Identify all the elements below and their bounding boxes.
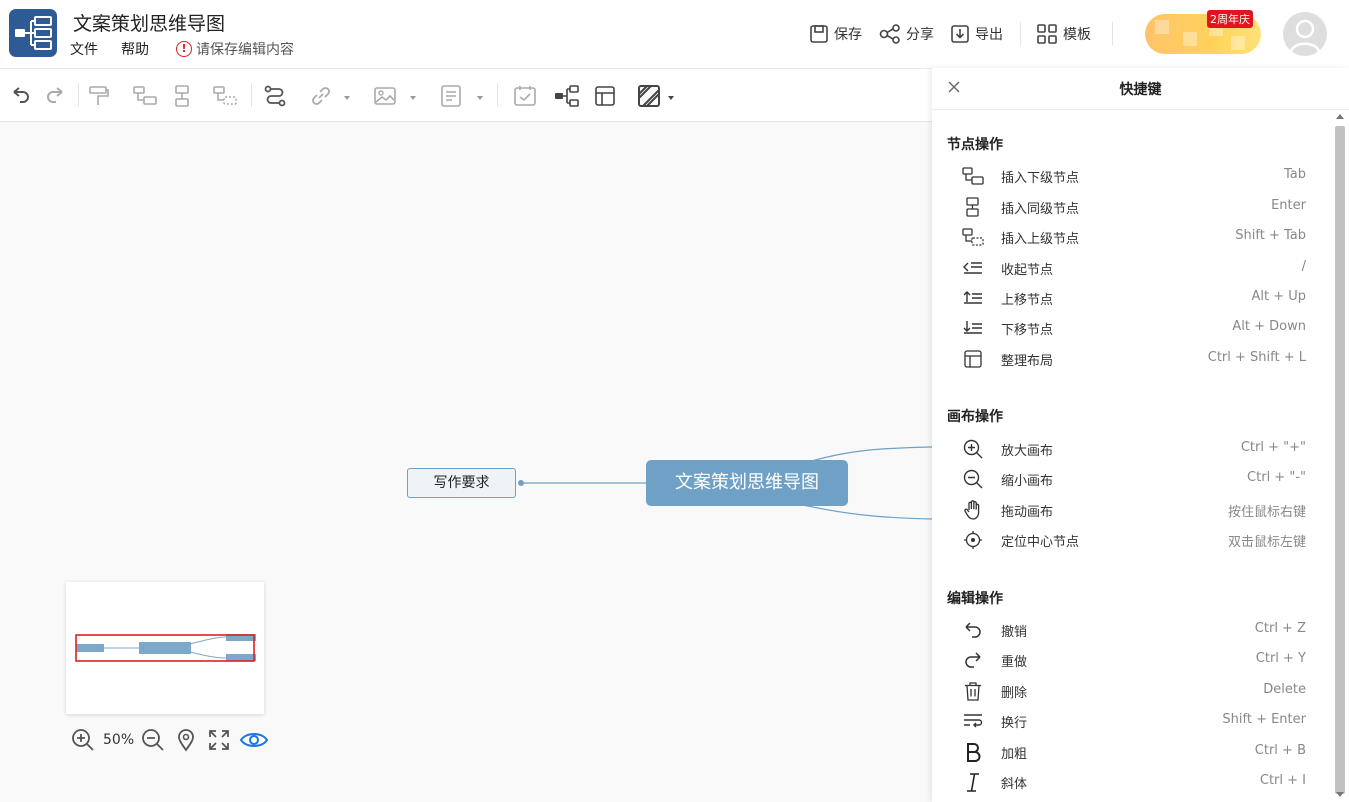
eye-icon[interactable] (239, 727, 269, 753)
insert-sibling-icon (966, 197, 979, 217)
shortcut-row: 定位中心节点 双击鼠标左键 (962, 529, 1306, 551)
shortcut-row: 缩小画布 Ctrl + "-" (962, 468, 1306, 490)
shortcut-key: Ctrl + Y (1255, 651, 1306, 666)
shortcut-key: Ctrl + Shift + L (1207, 350, 1306, 365)
panel-header: 快捷键 (932, 68, 1349, 110)
section-title-canvas: 画布操作 (947, 409, 1003, 425)
bold-icon (967, 743, 981, 762)
shortcut-row: 换行 Shift + Enter (962, 710, 1306, 732)
zoom-level: 50% (103, 732, 135, 748)
shortcut-key: Shift + Tab (1235, 228, 1306, 243)
template-label: 模板 (1063, 27, 1091, 43)
shortcut-row: 拖动画布 按住鼠标右键 (962, 499, 1306, 521)
minimap[interactable] (66, 582, 264, 714)
shortcut-key: Delete (1263, 682, 1306, 697)
shortcut-key: Ctrl + "-" (1247, 470, 1306, 485)
hand-icon (964, 500, 980, 520)
shortcut-row: 收起节点 / (962, 257, 1306, 279)
move-up-icon (963, 291, 982, 304)
shortcut-row: 撤销 Ctrl + Z (962, 619, 1306, 641)
redo-icon (965, 652, 981, 668)
fullscreen-icon[interactable] (206, 727, 232, 753)
shortcut-label: 删除 (1001, 686, 1028, 701)
scroll-thumb[interactable] (1335, 126, 1345, 794)
section-title-edit: 编辑操作 (947, 591, 1003, 607)
shortcut-key: / (1301, 259, 1306, 274)
move-down-icon (963, 321, 982, 334)
export-icon (951, 25, 969, 43)
shortcut-label: 上移节点 (1001, 293, 1054, 308)
insert-parent-icon (962, 228, 984, 246)
header-divider (1020, 22, 1021, 46)
shortcut-row: 下移节点 Alt + Down (962, 317, 1306, 339)
scroll-down-arrow[interactable] (1336, 792, 1344, 797)
shortcut-key: Tab (1283, 167, 1306, 182)
shortcut-label: 插入同级节点 (1001, 202, 1080, 217)
shortcut-row: 上移节点 Alt + Up (962, 287, 1306, 309)
shortcut-key: Ctrl + I (1259, 773, 1306, 788)
collapse-icon (963, 262, 982, 274)
shortcut-label: 缩小画布 (1001, 474, 1054, 489)
shortcut-label: 定位中心节点 (1001, 535, 1080, 550)
shortcut-label: 插入下级节点 (1001, 171, 1080, 186)
header-divider (1112, 22, 1113, 46)
shortcut-row: 插入下级节点 Tab (962, 165, 1306, 187)
shortcut-row: 加粗 Ctrl + B (962, 741, 1306, 763)
trash-icon (965, 682, 981, 701)
shortcut-key: Alt + Down (1232, 319, 1306, 334)
shortcut-label: 加粗 (1001, 747, 1028, 762)
shortcut-key: Enter (1271, 198, 1306, 213)
shortcut-row: 斜体 Ctrl + I (962, 771, 1306, 793)
zoom-in-icon (963, 439, 983, 459)
scroll-up-arrow[interactable] (1336, 114, 1344, 119)
child-node[interactable]: 写作要求 (407, 468, 516, 498)
template-button[interactable]: 模板 (1036, 22, 1091, 46)
shortcut-label: 重做 (1001, 655, 1028, 670)
template-icon (1037, 24, 1057, 44)
shortcut-key: Alt + Up (1251, 289, 1306, 304)
shortcut-label: 换行 (1001, 716, 1028, 731)
shortcut-label: 放大画布 (1001, 444, 1054, 459)
locate-pin-icon[interactable] (173, 727, 199, 753)
shortcut-label: 下移节点 (1001, 323, 1054, 338)
shortcut-key: Ctrl + "+" (1240, 440, 1306, 455)
shortcut-label: 拖动画布 (1001, 505, 1054, 520)
shortcut-row: 插入同级节点 Enter (962, 196, 1306, 218)
section-title-node: 节点操作 (947, 137, 1003, 153)
export-label: 导出 (975, 27, 1003, 43)
undo-icon (965, 622, 981, 638)
insert-child-icon (962, 167, 984, 185)
italic-icon (967, 773, 979, 792)
zoom-out-icon[interactable] (140, 727, 166, 753)
shortcut-row: 放大画布 Ctrl + "+" (962, 438, 1306, 460)
export-button[interactable]: 导出 (950, 22, 1003, 46)
shortcut-key: 双击鼠标左键 (1227, 535, 1306, 550)
shortcut-panel: 快捷键 节点操作 插入下级节点 Tab 插入同级节点 Enter 插入上级节点 … (932, 68, 1349, 802)
shortcut-key: Shift + Enter (1222, 712, 1306, 727)
zoom-controls: 50% (70, 727, 276, 753)
shortcut-key: 按住鼠标右键 (1227, 505, 1306, 520)
root-node[interactable]: 文案策划思维导图 (646, 460, 848, 506)
shortcut-label: 撤销 (1001, 625, 1028, 640)
shortcut-label: 整理布局 (1001, 354, 1054, 369)
shortcut-label: 插入上级节点 (1001, 232, 1080, 247)
layout-icon (964, 350, 982, 368)
locate-icon (964, 531, 982, 549)
shortcut-key: Ctrl + Z (1254, 621, 1306, 636)
shortcut-row: 重做 Ctrl + Y (962, 649, 1306, 671)
shortcut-label: 收起节点 (1001, 263, 1054, 278)
shortcut-label: 斜体 (1001, 777, 1028, 792)
minimap-preview (75, 634, 256, 662)
shortcut-key: Ctrl + B (1254, 743, 1306, 758)
shortcut-row: 删除 Delete (962, 680, 1306, 702)
promo-badge: 2周年庆 (1207, 10, 1253, 28)
zoom-in-icon[interactable] (70, 727, 96, 753)
user-icon (1289, 19, 1321, 53)
shortcut-row: 整理布局 Ctrl + Shift + L (962, 348, 1306, 370)
wrap-icon (964, 714, 983, 728)
user-avatar[interactable] (1283, 12, 1327, 56)
panel-title: 快捷键 (1119, 82, 1162, 98)
shortcut-row: 插入上级节点 Shift + Tab (962, 226, 1306, 248)
zoom-out-icon (963, 469, 983, 489)
